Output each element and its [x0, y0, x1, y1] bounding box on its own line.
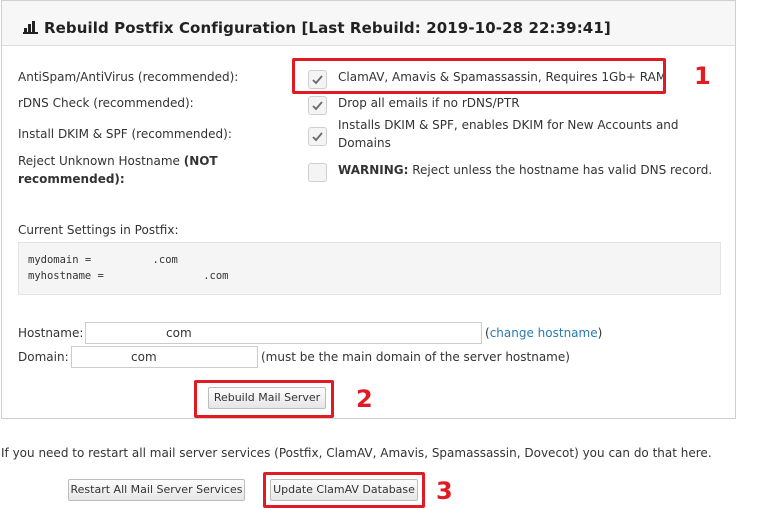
panel-title: Rebuild Postfix Configuration [Last Rebu…: [44, 19, 611, 37]
hostname-input[interactable]: [85, 322, 482, 344]
paren-close: ): [597, 326, 603, 340]
panel-header: Rebuild Postfix Configuration [Last Rebu…: [2, 1, 735, 46]
callout-box-3: [263, 472, 425, 508]
reject-hostname-label: Reject Unknown Hostname (NOT recommended…: [18, 152, 218, 188]
restart-all-services-button[interactable]: Restart All Mail Server Services: [68, 479, 245, 501]
callout-number-1: 1: [694, 62, 711, 90]
change-hostname-hint: (change hostname): [485, 326, 602, 340]
domain-input[interactable]: [71, 346, 258, 368]
dkim-checkbox[interactable]: [308, 127, 327, 146]
reject-hostname-label-recommended: recommended):: [18, 172, 125, 186]
bar-chart-icon: [23, 21, 38, 34]
callout-box-2: [194, 380, 334, 418]
dkim-description-line2: Domains: [338, 136, 391, 150]
reject-hostname-checkbox[interactable]: [308, 163, 327, 182]
myhostname-value: .com: [203, 270, 229, 282]
dkim-description: Installs DKIM & SPF, enables DKIM for Ne…: [338, 116, 679, 152]
reject-hostname-label-text: Reject Unknown Hostname: [18, 154, 184, 168]
hostname-label: Hostname:: [18, 326, 84, 340]
mydomain-value: .com: [152, 254, 178, 266]
dkim-description-line1: Installs DKIM & SPF, enables DKIM for Ne…: [338, 118, 679, 132]
myhostname-line: myhostname = .com: [28, 270, 228, 282]
callout-number-3: 3: [436, 477, 453, 505]
domain-label: Domain:: [18, 350, 69, 364]
current-settings-box: mydomain = .com myhostname = .com: [18, 242, 721, 295]
checkmark-icon: [312, 101, 323, 111]
rdns-checkbox[interactable]: [308, 96, 327, 115]
checkmark-icon: [312, 132, 323, 142]
dkim-label: Install DKIM & SPF (recommended):: [18, 127, 232, 141]
change-hostname-link[interactable]: change hostname: [490, 326, 598, 340]
current-settings-label: Current Settings in Postfix:: [18, 223, 179, 237]
mydomain-line: mydomain = .com: [28, 254, 178, 266]
warning-text: Reject unless the hostname has valid DNS…: [408, 163, 713, 177]
myhostname-key: myhostname =: [28, 270, 111, 282]
warning-label: WARNING:: [338, 163, 409, 177]
antispam-label: AntiSpam/AntiVirus (recommended):: [18, 70, 239, 84]
callout-number-2: 2: [356, 385, 373, 413]
reject-hostname-description: WARNING: Reject unless the hostname has …: [338, 161, 712, 179]
reject-hostname-label-not: (NOT: [183, 154, 218, 168]
domain-hint: (must be the main domain of the server h…: [261, 350, 570, 364]
callout-box-1: [292, 58, 666, 94]
rdns-label: rDNS Check (recommended):: [18, 96, 194, 110]
mydomain-key: mydomain =: [28, 254, 98, 266]
rdns-description: Drop all emails if no rDNS/PTR: [338, 96, 520, 110]
restart-services-text: If you need to restart all mail server s…: [1, 446, 712, 460]
